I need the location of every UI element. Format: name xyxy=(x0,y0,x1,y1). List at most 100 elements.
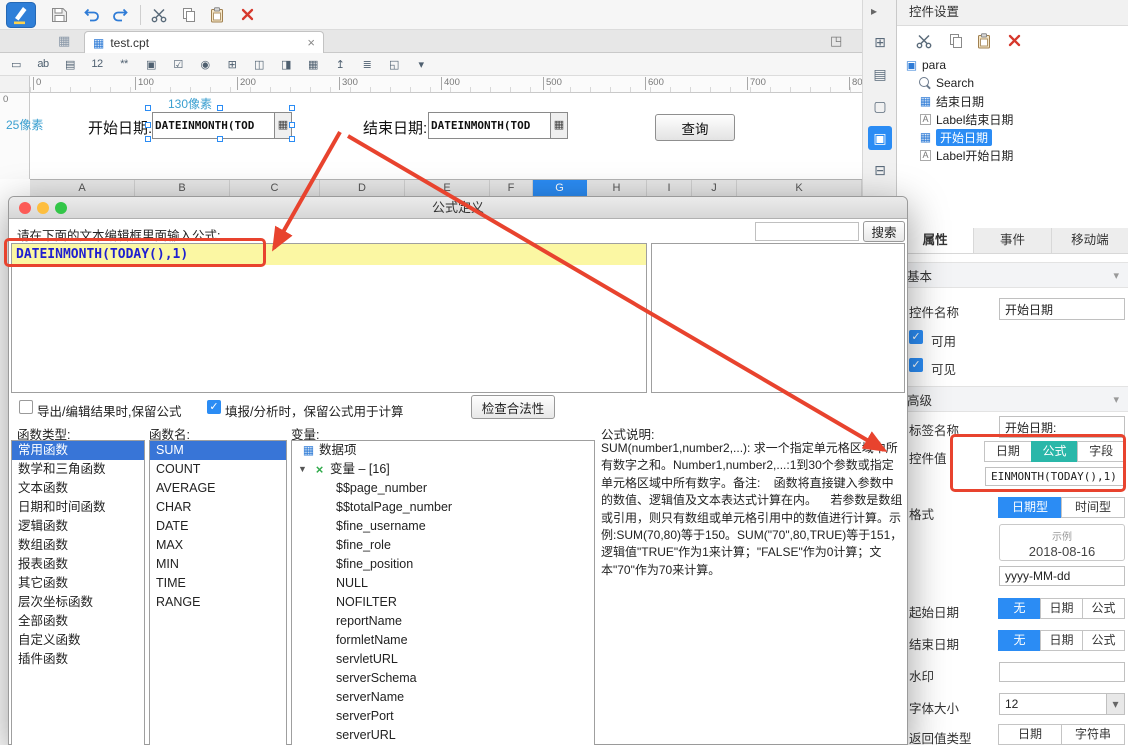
widget-toolbar-icon[interactable]: ▦ xyxy=(303,56,323,73)
start-date-widget[interactable]: ▦ xyxy=(152,112,292,139)
section-advanced[interactable]: 高级 ▾ xyxy=(897,386,1128,412)
visible-checkbox[interactable]: ✓ xyxy=(909,358,923,372)
panel-paste-button[interactable] xyxy=(975,32,993,50)
redo-button[interactable] xyxy=(110,6,130,24)
widget-value-option[interactable]: 日期 xyxy=(984,441,1032,462)
column-header[interactable]: E xyxy=(405,180,490,196)
column-header[interactable]: I xyxy=(647,180,692,196)
function-name-item[interactable]: AVERAGE xyxy=(150,479,286,498)
function-type-item[interactable]: 报表函数 xyxy=(12,555,144,574)
search-results-box[interactable] xyxy=(651,243,905,393)
column-header[interactable]: C xyxy=(230,180,320,196)
collapse-panel-icon[interactable]: ▸ xyxy=(871,4,877,18)
enabled-checkbox[interactable]: ✓ xyxy=(909,330,923,344)
variable-item[interactable]: serverSchema xyxy=(292,669,594,688)
variable-item[interactable]: serverName xyxy=(292,688,594,707)
selection-handle[interactable] xyxy=(217,136,223,142)
column-header[interactable]: B xyxy=(135,180,230,196)
keep-formula-export-checkbox[interactable] xyxy=(19,400,33,414)
column-header[interactable]: G xyxy=(533,180,587,196)
widget-toolbar-icon[interactable]: ▣ xyxy=(141,56,161,73)
variable-item[interactable]: formletName xyxy=(292,631,594,650)
selection-handle[interactable] xyxy=(145,105,151,111)
function-name-item[interactable]: MIN xyxy=(150,555,286,574)
panel-delete-button[interactable] xyxy=(1007,33,1022,48)
widget-toolbar-icon[interactable]: ◱ xyxy=(384,56,404,73)
column-header[interactable]: J xyxy=(692,180,737,196)
panel-tab[interactable]: 属性 xyxy=(897,228,975,253)
end-date-input[interactable] xyxy=(429,113,550,138)
widget-toolbar-icon[interactable]: 12 xyxy=(87,56,107,73)
widget-toolbar-icon[interactable]: ▭ xyxy=(6,56,26,73)
function-type-item[interactable]: 插件函数 xyxy=(12,650,144,669)
calendar-icon[interactable]: ▦ xyxy=(550,113,567,138)
variable-item[interactable]: $$page_number xyxy=(292,479,594,498)
variable-item[interactable]: NOFILTER xyxy=(292,593,594,612)
widget-toolbar-icon[interactable]: ≣ xyxy=(357,56,377,73)
widget-settings-icon[interactable]: ▣ xyxy=(868,126,892,150)
cut-button[interactable] xyxy=(150,6,168,24)
paste-button[interactable] xyxy=(208,6,226,24)
function-name-item[interactable]: DATE xyxy=(150,517,286,536)
format-option[interactable]: 日期型 xyxy=(998,497,1062,518)
function-type-item[interactable]: 逻辑函数 xyxy=(12,517,144,536)
widget-tree-item[interactable]: 开始日期 xyxy=(897,128,1128,146)
widget-tree-item[interactable]: para xyxy=(897,56,1128,74)
horizontal-ruler[interactable]: 0 100 200 300 400 500 600 700 800 xyxy=(30,76,868,93)
return-type-option[interactable]: 字符串 xyxy=(1061,724,1125,745)
function-type-item[interactable]: 常用函数 xyxy=(12,441,144,460)
minimize-window-icon[interactable] xyxy=(37,202,49,214)
watermark-input[interactable] xyxy=(999,662,1125,682)
variable-item[interactable]: reportName xyxy=(292,612,594,631)
panel-copy-button[interactable] xyxy=(947,32,965,50)
column-header[interactable]: H xyxy=(587,180,647,196)
cell-attributes-icon[interactable]: ▤ xyxy=(868,62,892,86)
function-type-item[interactable]: 其它函数 xyxy=(12,574,144,593)
zoom-window-icon[interactable] xyxy=(55,202,67,214)
widget-toolbar-icon[interactable]: ↥ xyxy=(330,56,350,73)
variable-item[interactable]: $fine_username xyxy=(292,517,594,536)
end-date-limit-option[interactable]: 无 xyxy=(998,630,1041,651)
widget-toolbar-icon[interactable]: ⊞ xyxy=(222,56,242,73)
variable-item[interactable]: $fine_position xyxy=(292,555,594,574)
cell-element-icon[interactable]: ⊞ xyxy=(868,30,892,54)
query-button[interactable]: 查询 xyxy=(655,114,735,141)
widget-tree-item[interactable]: Label开始日期 xyxy=(897,146,1128,164)
widget-toolbar-icon[interactable]: ** xyxy=(114,56,134,73)
widget-toolbar-icon[interactable]: ☑ xyxy=(168,56,188,73)
variable-item[interactable]: $$totalPage_number xyxy=(292,498,594,517)
pane-toggle-icon[interactable]: ◳ xyxy=(830,33,842,49)
widget-toolbar-icon[interactable]: ◫ xyxy=(249,56,269,73)
panel-tab[interactable]: 事件 xyxy=(974,228,1052,253)
function-name-item[interactable]: SUM xyxy=(150,441,286,460)
function-type-item[interactable]: 层次坐标函数 xyxy=(12,593,144,612)
validate-button[interactable]: 检查合法性 xyxy=(471,395,555,419)
start-date-limit-option[interactable]: 公式 xyxy=(1082,598,1125,619)
function-type-item[interactable]: 数学和三角函数 xyxy=(12,460,144,479)
function-name-item[interactable]: MAX xyxy=(150,536,286,555)
float-element-icon[interactable]: ▢ xyxy=(868,94,892,118)
column-header[interactable]: A xyxy=(30,180,135,196)
variable-item[interactable]: servletURL xyxy=(292,650,594,669)
widget-tree-item[interactable]: Label结束日期 xyxy=(897,110,1128,128)
column-header[interactable]: F xyxy=(490,180,533,196)
widget-toolbar-icon[interactable]: ▤ xyxy=(60,56,80,73)
variable-item[interactable]: 数据项 xyxy=(292,441,594,460)
tab-test-cpt[interactable]: ▦ test.cpt × xyxy=(84,31,324,53)
column-header[interactable]: K xyxy=(737,180,862,196)
selection-handle[interactable] xyxy=(145,136,151,142)
variable-item[interactable]: 变量 – [16] xyxy=(292,460,594,479)
widget-tree-item[interactable]: Search xyxy=(897,74,1128,92)
function-type-item[interactable]: 数组函数 xyxy=(12,536,144,555)
search-button[interactable]: 搜索 xyxy=(863,221,905,242)
function-type-item[interactable]: 日期和时间函数 xyxy=(12,498,144,517)
function-type-item[interactable]: 自定义函数 xyxy=(12,631,144,650)
variable-item[interactable]: $fine_role xyxy=(292,536,594,555)
selection-handle[interactable] xyxy=(289,122,295,128)
widget-name-input[interactable] xyxy=(999,298,1125,320)
function-name-item[interactable]: RANGE xyxy=(150,593,286,612)
function-type-item[interactable]: 文本函数 xyxy=(12,479,144,498)
save-button[interactable] xyxy=(50,6,69,24)
undo-button[interactable] xyxy=(82,6,102,24)
start-date-limit-option[interactable]: 日期 xyxy=(1040,598,1083,619)
